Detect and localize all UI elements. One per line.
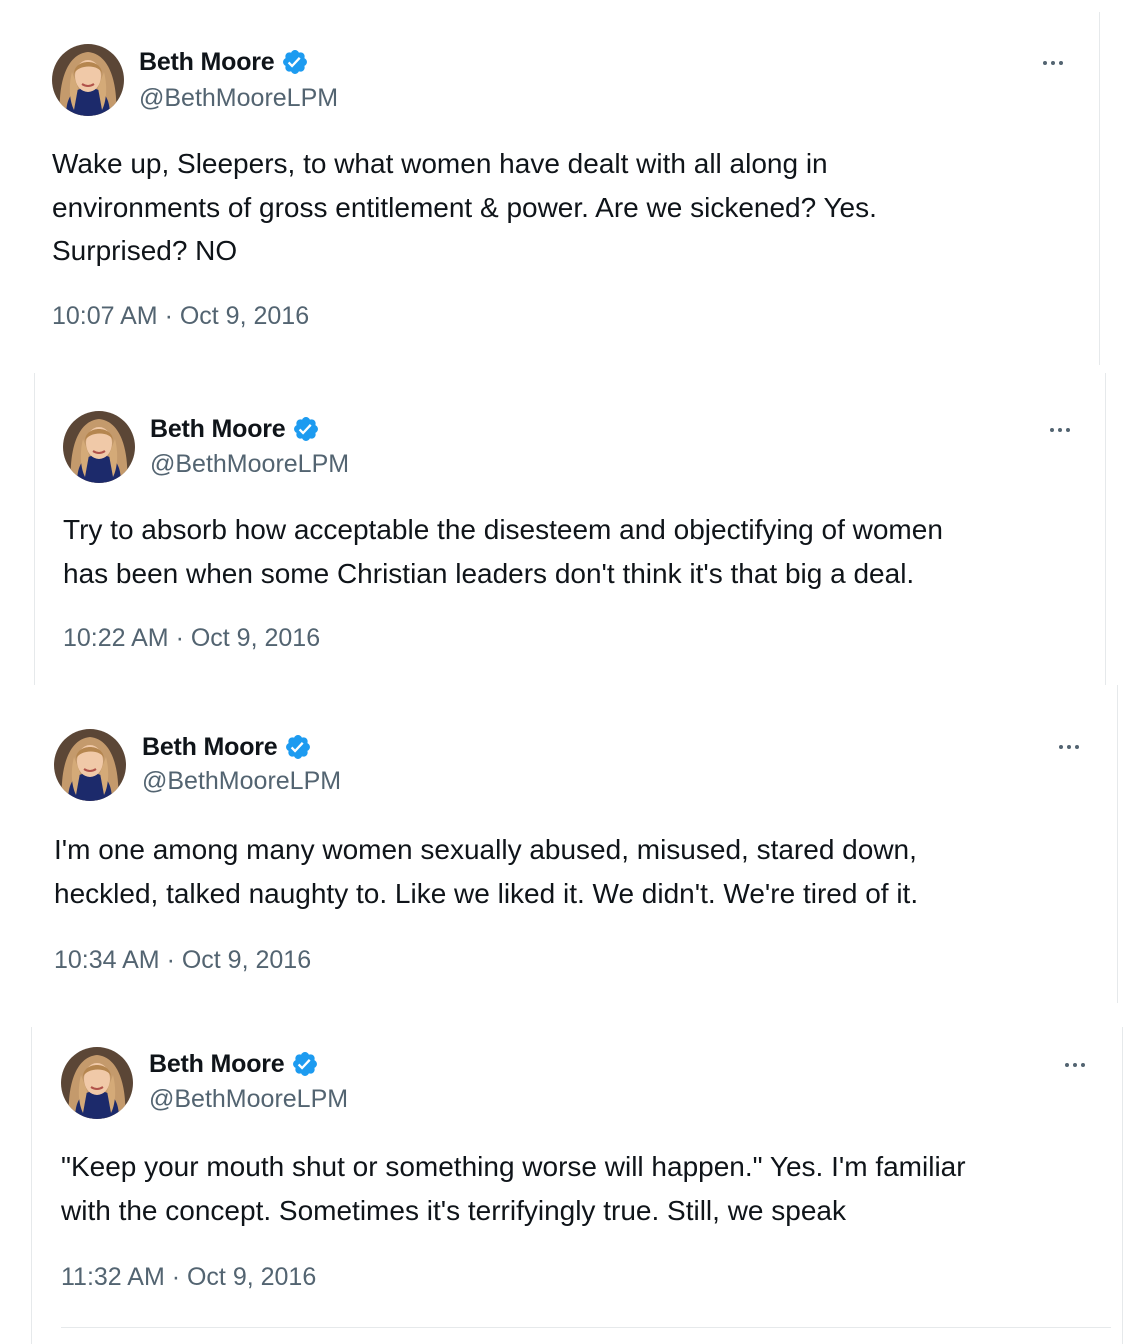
verified-badge-icon <box>281 48 309 76</box>
verified-badge-icon <box>292 415 320 443</box>
card-border <box>1122 1027 1123 1344</box>
author-handle[interactable]: @BethMooreLPM <box>150 450 349 479</box>
author-row: Beth Moore <box>150 413 320 445</box>
author-row: Beth Moore <box>142 731 312 763</box>
author-row: Beth Moore <box>139 46 309 78</box>
author-name[interactable]: Beth Moore <box>142 733 278 762</box>
tweet-card[interactable]: Beth Moore @BethMooreLPM Wake up, Sleepe… <box>0 0 1132 365</box>
tweet-card[interactable]: Beth Moore @BethMooreLPM "Keep your mout… <box>0 1003 1132 1344</box>
author-row: Beth Moore <box>149 1048 319 1080</box>
tweet-card[interactable]: Beth Moore @BethMooreLPM I'm one among m… <box>0 685 1132 1003</box>
author-handle[interactable]: @BethMooreLPM <box>142 767 341 796</box>
more-options-icon[interactable] <box>1043 420 1077 440</box>
more-options-icon[interactable] <box>1052 737 1086 757</box>
divider <box>61 1327 1111 1328</box>
card-border <box>1099 12 1100 365</box>
more-options-icon[interactable] <box>1036 53 1070 73</box>
card-border <box>31 1027 32 1344</box>
more-options-icon[interactable] <box>1058 1055 1092 1075</box>
tweet-timestamp[interactable]: 10:07 AM · Oct 9, 2016 <box>52 302 309 331</box>
avatar[interactable] <box>61 1047 133 1119</box>
author-name[interactable]: Beth Moore <box>149 1050 285 1079</box>
verified-badge-icon <box>284 733 312 761</box>
tweet-text: Wake up, Sleepers, to what women have de… <box>52 148 877 266</box>
author-handle[interactable]: @BethMooreLPM <box>139 84 338 113</box>
tweet-text: "Keep your mouth shut or something worse… <box>61 1151 966 1226</box>
author-name[interactable]: Beth Moore <box>150 415 286 444</box>
avatar[interactable] <box>52 44 124 116</box>
tweet-timestamp[interactable]: 11:32 AM · Oct 9, 2016 <box>61 1263 316 1292</box>
card-border <box>1105 373 1106 685</box>
avatar[interactable] <box>54 729 126 801</box>
author-handle[interactable]: @BethMooreLPM <box>149 1085 348 1114</box>
tweet-timestamp[interactable]: 10:22 AM · Oct 9, 2016 <box>63 624 320 653</box>
verified-badge-icon <box>291 1050 319 1078</box>
tweet-timestamp[interactable]: 10:34 AM · Oct 9, 2016 <box>54 946 311 975</box>
card-border <box>1117 685 1118 1003</box>
author-name[interactable]: Beth Moore <box>139 48 275 77</box>
card-border <box>34 373 35 685</box>
avatar[interactable] <box>63 411 135 483</box>
tweet-text: Try to absorb how acceptable the diseste… <box>63 514 943 589</box>
tweet-text: I'm one among many women sexually abused… <box>54 834 919 909</box>
tweet-card[interactable]: Beth Moore @BethMooreLPM Try to absorb h… <box>0 365 1132 685</box>
